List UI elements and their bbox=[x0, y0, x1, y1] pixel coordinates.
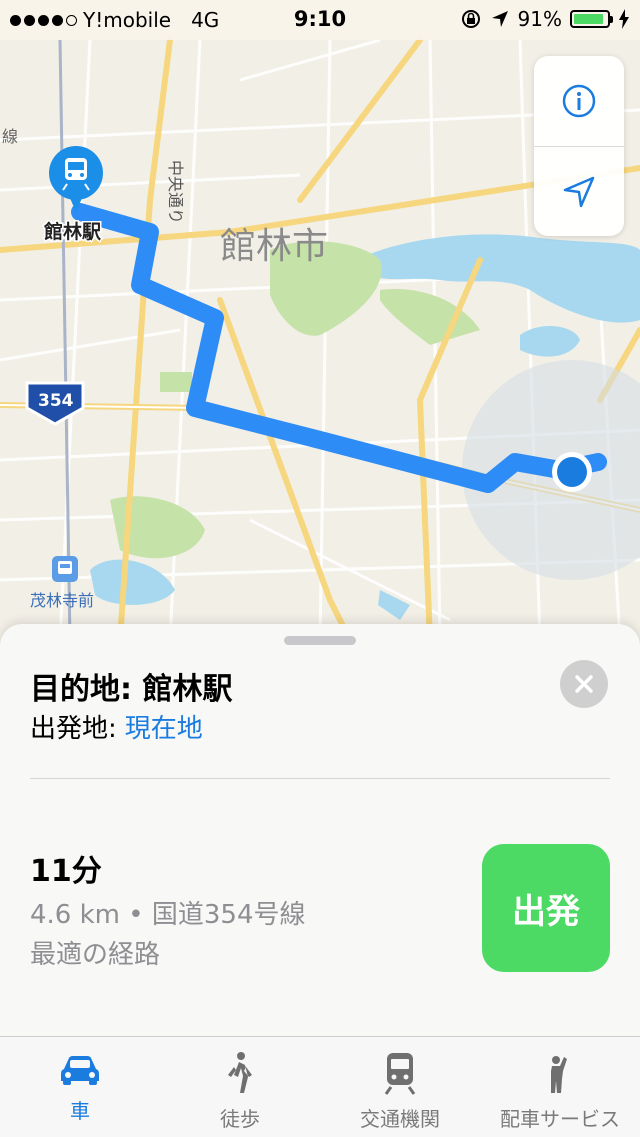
destination-name: 館林駅 bbox=[142, 672, 233, 707]
route-details: 4.6 km • 国道354号線 bbox=[30, 894, 306, 931]
tab-walk[interactable]: 徒歩 bbox=[160, 1037, 320, 1137]
tab-transit-label: 交通機関 bbox=[360, 1107, 440, 1131]
location-arrow-icon bbox=[563, 176, 595, 208]
map-controls bbox=[534, 56, 624, 236]
city-label: 館林市 bbox=[220, 226, 328, 267]
location-services-icon bbox=[491, 11, 508, 27]
info-icon bbox=[562, 84, 596, 118]
car-icon bbox=[61, 1056, 99, 1085]
info-button[interactable] bbox=[534, 56, 624, 146]
directions-sheet: 目的地: 館林駅 出発地: 現在地 11分 4.6 km • 国道354号線 最適… bbox=[0, 624, 640, 1036]
route-name: 国道354号線 bbox=[151, 900, 306, 930]
origin-prefix: 出発地: bbox=[30, 714, 117, 744]
charging-icon bbox=[619, 9, 629, 29]
tab-drive-label: 車 bbox=[70, 1099, 90, 1123]
line-label: 線 bbox=[2, 127, 18, 146]
route-distance: 4.6 km bbox=[30, 900, 120, 930]
tab-drive[interactable]: 車 bbox=[0, 1037, 160, 1137]
status-bar: Y!mobile 4G 9:10 91% bbox=[0, 0, 640, 40]
tab-ride-label: 配車サービス bbox=[500, 1107, 620, 1131]
tab-walk-label: 徒歩 bbox=[220, 1107, 260, 1131]
battery-icon bbox=[570, 10, 613, 28]
route-note: 最適の経路 bbox=[30, 940, 161, 970]
go-button[interactable]: 出発 bbox=[482, 844, 610, 972]
tab-transit[interactable]: 交通機関 bbox=[320, 1037, 480, 1137]
close-icon bbox=[575, 675, 593, 693]
sheet-grabber[interactable] bbox=[284, 636, 356, 645]
train-icon bbox=[384, 1053, 416, 1095]
walking-icon bbox=[228, 1052, 252, 1093]
destination-prefix: 目的地: bbox=[30, 672, 132, 707]
origin-link[interactable]: 現在地 bbox=[125, 714, 203, 744]
transport-tab-bar: 車 徒歩 交通機関 配車サービス bbox=[0, 1036, 640, 1137]
station-small-icon bbox=[52, 556, 78, 582]
origin-line: 出発地: 現在地 bbox=[30, 708, 203, 745]
hail-icon bbox=[551, 1056, 567, 1093]
rotation-lock-icon bbox=[461, 10, 480, 28]
tracking-button[interactable] bbox=[534, 147, 624, 237]
battery-percent: 91% bbox=[517, 7, 562, 31]
status-right: 91% bbox=[460, 7, 630, 31]
close-button[interactable] bbox=[560, 660, 608, 708]
road-label: 中央通り bbox=[166, 160, 185, 224]
tab-ride[interactable]: 配車サービス bbox=[480, 1037, 640, 1137]
separator-dot: • bbox=[128, 900, 152, 930]
station2-label[interactable]: 茂林寺前 bbox=[30, 591, 94, 610]
sheet-divider bbox=[30, 778, 610, 779]
route-duration: 11分 bbox=[30, 854, 102, 889]
station-label[interactable]: 館林駅 bbox=[43, 219, 104, 245]
shield-number: 354 bbox=[38, 391, 74, 411]
destination-line: 目的地: 館林駅 bbox=[30, 664, 232, 708]
